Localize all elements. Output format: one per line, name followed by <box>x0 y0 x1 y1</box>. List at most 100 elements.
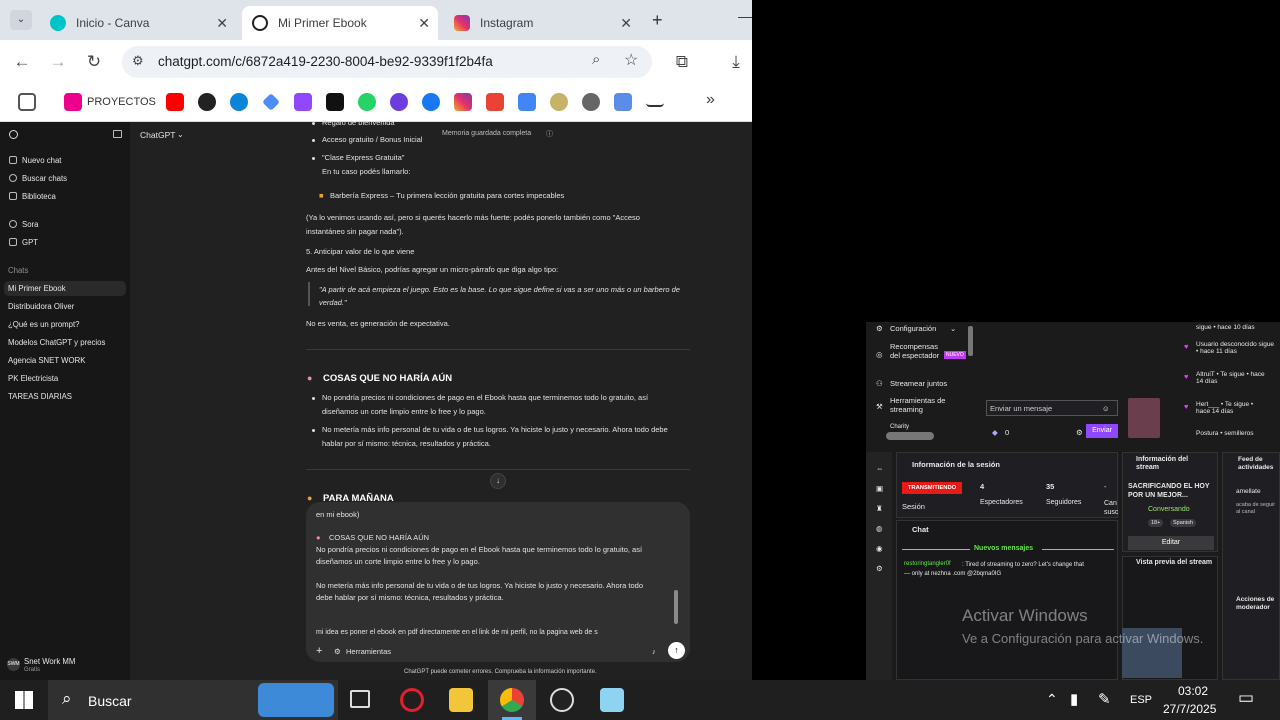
chat-item[interactable]: ¿Qué es un prompt? <box>8 320 80 329</box>
zoom-icon[interactable]: ⌕ <box>592 51 600 68</box>
bookmark-icon[interactable] <box>550 93 568 111</box>
send-button[interactable]: ↑ <box>668 642 685 659</box>
chrome-icon[interactable] <box>500 688 524 712</box>
gear-icon[interactable]: ⚙ <box>1076 428 1083 437</box>
prompt-text[interactable]: No metería más info personal de tu vida … <box>316 581 643 590</box>
edge-icon[interactable] <box>230 93 248 111</box>
scroll-down-button[interactable]: ↓ <box>490 473 506 489</box>
dock-icon[interactable]: ▣ <box>876 484 883 493</box>
chevron-down-icon[interactable]: ⌄ <box>177 130 184 139</box>
nav-biblioteca[interactable]: Biblioteca <box>22 192 56 201</box>
toggle-sidebar-icon[interactable] <box>113 130 122 138</box>
language-indicator[interactable]: ESP <box>1130 694 1152 706</box>
new-tab-icon[interactable]: + <box>652 10 663 31</box>
nav-buscar-chats[interactable]: Buscar chats <box>22 174 67 183</box>
menu-streamear-juntos[interactable]: Streamear juntos <box>890 379 947 388</box>
openai-icon[interactable] <box>198 93 216 111</box>
chat-item[interactable]: Mi Primer Ebook <box>8 284 66 293</box>
close-icon[interactable]: ✕ <box>620 15 632 32</box>
nav-sora[interactable]: Sora <box>22 220 38 229</box>
nav-nuevo-chat[interactable]: Nuevo chat <box>22 156 61 165</box>
tab-instagram[interactable]: Instagram ✕ <box>444 6 640 40</box>
dock-icon[interactable]: ◍ <box>876 524 883 533</box>
notification-icon[interactable]: ▭ <box>1238 688 1254 708</box>
kick-icon[interactable] <box>326 93 344 111</box>
task-view-icon[interactable] <box>350 690 370 708</box>
chat-item[interactable]: Modelos ChatGPT y precios <box>8 338 105 347</box>
chat-item[interactable]: Distribuidora Oliver <box>8 302 74 311</box>
chevron-down-icon[interactable]: ⌄ <box>950 324 956 333</box>
more-bookmarks-icon[interactable]: » <box>706 91 715 109</box>
globe-icon[interactable] <box>582 93 600 111</box>
url-text[interactable]: chatgpt.com/c/6872a419-2230-8004-be92-93… <box>158 54 493 69</box>
prompt-text[interactable]: en mi ebook) <box>316 510 359 519</box>
chat-item[interactable]: Agencia SNET WORK <box>8 356 85 365</box>
dock-icon[interactable]: ⇔ <box>876 464 884 473</box>
prompt-composer[interactable]: en mi ebook) ● COSAS QUE NO HARÍA AÚN No… <box>306 502 690 662</box>
prompt-text[interactable]: No pondría precios ni condiciones de pag… <box>316 545 642 554</box>
proyectos-icon[interactable] <box>64 93 82 111</box>
send-chat-button[interactable]: Enviar <box>1086 424 1118 438</box>
tab-mi-primer-ebook[interactable]: Mi Primer Ebook ✕ <box>242 6 438 40</box>
mod-actions[interactable]: Acciones de moderador <box>1236 596 1278 612</box>
pen-icon[interactable]: ✎ <box>1098 690 1111 708</box>
dock-icon[interactable]: ⚙ <box>876 564 883 573</box>
tab-canva[interactable]: Inicio - Canva ✕ <box>40 6 236 40</box>
menu-herramientas[interactable]: Herramientas de streaming <box>890 396 950 414</box>
minimize-icon[interactable]: — <box>738 8 752 24</box>
bookmark-proyectos[interactable]: PROYECTOS <box>87 96 156 108</box>
site-info-icon[interactable]: ⚙ <box>132 53 144 69</box>
close-icon[interactable]: ✕ <box>216 15 228 32</box>
gemini-icon[interactable] <box>262 93 280 111</box>
tab-search-button[interactable]: ⌄ <box>10 10 32 30</box>
composer-scrollbar[interactable] <box>674 590 678 624</box>
twitch-icon[interactable] <box>294 93 312 111</box>
file-explorer-icon[interactable] <box>449 688 473 712</box>
openai-logo-icon[interactable] <box>9 130 18 139</box>
menu-configuracion[interactable]: Configuración <box>890 324 936 333</box>
tools-icon[interactable]: ⚙ <box>334 647 341 656</box>
instagram-icon[interactable] <box>454 93 472 111</box>
download-icon[interactable]: ⤓ <box>724 50 748 74</box>
dock-icon[interactable]: ◉ <box>876 544 883 553</box>
clock-date[interactable]: 27/7/2025 <box>1163 702 1216 716</box>
chevron-up-icon[interactable]: ⌃ <box>1046 691 1058 708</box>
arrow-icon[interactable] <box>646 97 664 107</box>
forward-icon[interactable]: → <box>46 50 70 74</box>
gmail-icon[interactable] <box>486 93 504 111</box>
edit-button[interactable]: Editar <box>1128 536 1214 550</box>
microphone-icon[interactable]: ▮ <box>1070 690 1078 708</box>
obs-icon[interactable] <box>550 688 574 712</box>
youtube-icon[interactable] <box>166 93 184 111</box>
chat-item[interactable]: TAREAS DIARIAS <box>8 392 72 401</box>
clock-time[interactable]: 03:02 <box>1178 684 1208 698</box>
tools-button[interactable]: Herramientas <box>346 647 391 656</box>
prompt-text[interactable]: diseñamos un corte limpio entre lo free … <box>316 557 480 566</box>
whatsapp-icon[interactable] <box>358 93 376 111</box>
reload-icon[interactable]: ↻ <box>82 50 106 74</box>
microphone-icon[interactable]: ♪ <box>652 647 656 656</box>
translate-icon[interactable] <box>518 93 536 111</box>
back-icon[interactable]: ← <box>10 50 34 74</box>
model-selector[interactable]: ChatGPT <box>140 130 175 140</box>
tool-icon[interactable] <box>614 93 632 111</box>
chat-item[interactable]: PK Electricista <box>8 374 58 383</box>
emote-icon[interactable]: ☺ <box>1102 404 1110 413</box>
windows-start-icon[interactable] <box>15 691 33 709</box>
extensions-icon[interactable]: ⧉ <box>670 50 694 74</box>
panel-scrollbar[interactable] <box>968 326 973 356</box>
opera-icon[interactable] <box>400 688 424 712</box>
panel-scrollbar[interactable] <box>886 432 934 440</box>
nav-gpt[interactable]: GPT <box>22 238 38 247</box>
search-label[interactable]: Buscar <box>88 693 132 709</box>
messenger-icon[interactable] <box>390 93 408 111</box>
prompt-text[interactable]: mi idea es poner el ebook en pdf directa… <box>316 629 598 636</box>
prompt-text[interactable]: debe hablar por sí mismo: técnica, resul… <box>316 593 504 602</box>
user-name[interactable]: Snet Work MM <box>24 657 75 666</box>
menu-recompensas[interactable]: Recompensas del espectador <box>890 342 942 360</box>
star-icon[interactable]: ☆ <box>624 50 638 70</box>
address-bar[interactable]: ⚙ chatgpt.com/c/6872a419-2230-8004-be92-… <box>122 46 652 78</box>
close-icon[interactable]: ✕ <box>418 15 430 32</box>
avatar[interactable]: SWM <box>7 658 20 671</box>
notepad-icon[interactable] <box>600 688 624 712</box>
